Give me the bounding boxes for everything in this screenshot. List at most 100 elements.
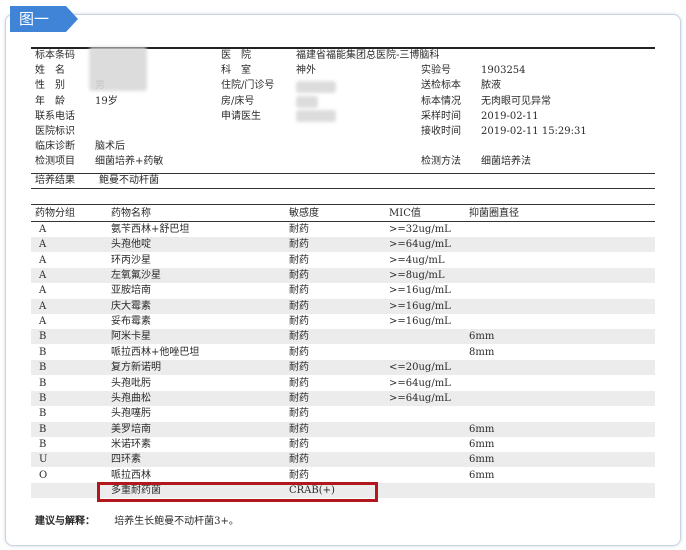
zone-diameter-cell: 6mm xyxy=(469,331,495,342)
col-header-group: 药物分组 xyxy=(35,208,75,219)
zone-diameter-cell: 6mm xyxy=(469,439,495,450)
info-label: 年 龄 xyxy=(35,96,65,107)
drug-group-cell: B xyxy=(39,424,47,435)
info-right-value: 无肉眼可见异常 xyxy=(481,96,551,107)
drug-group-cell: A xyxy=(39,285,47,296)
sensitivity-cell: 耐药 xyxy=(289,454,309,465)
info-right-label: 送检标本 xyxy=(421,80,461,91)
mic-value-cell: >=16ug/mL xyxy=(389,285,451,296)
info-mid-label: 申请医生 xyxy=(221,111,261,122)
info-right-label: 采样时间 xyxy=(421,111,461,122)
table-row: B 哌拉西林+他唑巴坦 耐药 8mm xyxy=(31,345,655,360)
mic-value-cell: <=20ug/mL xyxy=(389,362,451,373)
culture-result-label: 培养结果 xyxy=(35,175,75,186)
drug-group-cell: A xyxy=(39,224,47,235)
zone-diameter-cell: 8mm xyxy=(469,347,495,358)
drug-group-cell: A xyxy=(39,316,47,327)
footer-label: 建议与解释： xyxy=(35,516,95,527)
info-value: 19岁 xyxy=(95,96,118,107)
drug-group-cell: B xyxy=(39,347,47,358)
info-right-value: 脓液 xyxy=(481,80,501,91)
table-row: A 亚胺培南 耐药 >=16ug/mL xyxy=(31,283,655,298)
drug-group-cell: B xyxy=(39,393,47,404)
mic-value-cell: >=8ug/mL xyxy=(389,270,445,281)
sensitivity-cell: 耐药 xyxy=(289,424,309,435)
drug-group-cell: B xyxy=(39,331,47,342)
sensitivity-cell: 耐药 xyxy=(289,316,309,327)
drug-group-cell: B xyxy=(39,378,47,389)
redacted-barcode-name xyxy=(89,47,147,91)
drug-group-cell: B xyxy=(39,408,47,419)
table-row: A 庆大霉素 耐药 >=16ug/mL xyxy=(31,299,655,314)
zone-diameter-cell: 6mm xyxy=(469,454,495,465)
drug-name-cell: 复方新诺明 xyxy=(111,362,161,373)
table-row: A 头孢他啶 耐药 >=64ug/mL xyxy=(31,237,655,252)
sensitivity-cell: 耐药 xyxy=(289,224,309,235)
table-row: B 复方新诺明 耐药 <=20ug/mL xyxy=(31,360,655,375)
table-row: B 阿米卡星 耐药 6mm xyxy=(31,329,655,344)
col-header-drug: 药物名称 xyxy=(111,208,151,219)
drug-group-cell: U xyxy=(39,454,48,465)
drug-group-cell: A xyxy=(39,239,47,250)
sensitivity-cell: 耐药 xyxy=(289,362,309,373)
drug-name-cell: 亚胺培南 xyxy=(111,285,151,296)
info-right-value: 2019-02-11 15:29:31 xyxy=(481,126,587,137)
table-row: A 左氧氟沙星 耐药 >=8ug/mL xyxy=(31,268,655,283)
info-label: 姓 名 xyxy=(35,65,65,76)
drug-name-cell: 环丙沙星 xyxy=(111,255,151,266)
drug-name-cell: 头孢噻肟 xyxy=(111,408,151,419)
info-mid-value: 神外 xyxy=(296,65,316,76)
info-mid-label: 房/床号 xyxy=(221,96,255,107)
info-right-value: 1903254 xyxy=(481,65,526,76)
table-row: B 头孢曲松 耐药 >=64ug/mL xyxy=(31,391,655,406)
info-label: 临床诊断 xyxy=(35,141,75,152)
drug-name-cell: 庆大霉素 xyxy=(111,301,151,312)
sensitivity-cell: 耐药 xyxy=(289,331,309,342)
table-row: U 四环素 耐药 6mm xyxy=(31,452,655,467)
drug-name-cell: 左氧氟沙星 xyxy=(111,270,161,281)
table-header: 药物分组 药物名称 敏感度 MIC值 抑菌圈直径 xyxy=(31,206,655,221)
info-label: 性 别 xyxy=(35,80,65,91)
sensitivity-cell: 耐药 xyxy=(289,378,309,389)
info-label: 检测项目 xyxy=(35,156,75,167)
drug-name-cell: 头孢他啶 xyxy=(111,239,151,250)
drug-name-cell: 阿米卡星 xyxy=(111,331,151,342)
mic-value-cell: >=16ug/mL xyxy=(389,316,451,327)
info-mid-label: 科 室 xyxy=(221,65,251,76)
drug-group-cell: A xyxy=(39,270,47,281)
drug-name-cell: 哌拉西林 xyxy=(111,470,151,481)
info-right-value: 2019-02-11 xyxy=(481,111,539,122)
drug-name-cell: 妥布霉素 xyxy=(111,316,151,327)
footer-note: 建议与解释： 培养生长鲍曼不动杆菌3+。 xyxy=(35,514,239,529)
table-row: A 环丙沙星 耐药 >=4ug/mL xyxy=(31,253,655,268)
culture-result-value: 鲍曼不动杆菌 xyxy=(99,175,159,186)
col-header-mic: MIC值 xyxy=(389,208,421,219)
sensitivity-cell: 耐药 xyxy=(289,393,309,404)
table-row: A 氨苄西林+舒巴坦 耐药 >=32ug/mL xyxy=(31,222,655,237)
info-right-label: 检测方法 xyxy=(421,156,461,167)
drug-name-cell: 米诺环素 xyxy=(111,439,151,450)
mdr-highlight-box xyxy=(97,482,378,502)
col-header-sensitivity: 敏感度 xyxy=(289,208,319,219)
figure-tag: 图一 xyxy=(10,6,78,32)
info-mid-value: 福建省福能集团总医院-三博脑科 xyxy=(296,50,440,61)
info-right-label: 接收时间 xyxy=(421,126,461,137)
info-label: 标本条码 xyxy=(35,50,75,61)
info-value: 脑术后 xyxy=(95,141,125,152)
table-row: A 妥布霉素 耐药 >=16ug/mL xyxy=(31,314,655,329)
sensitivity-cell: 耐药 xyxy=(289,408,309,419)
table-row: B 头孢吡肟 耐药 >=64ug/mL xyxy=(31,376,655,391)
info-right-value: 细菌培养法 xyxy=(481,156,531,167)
sensitivity-cell: 耐药 xyxy=(289,347,309,358)
info-label: 医院标识 xyxy=(35,126,75,137)
sensitivity-cell: 耐药 xyxy=(289,439,309,450)
sensitivity-cell: 耐药 xyxy=(289,301,309,312)
mic-value-cell: >=64ug/mL xyxy=(389,378,451,389)
redacted-bed-no xyxy=(296,96,318,108)
drug-name-cell: 头孢曲松 xyxy=(111,393,151,404)
drug-group-cell: B xyxy=(39,362,47,373)
drug-group-cell: B xyxy=(39,439,47,450)
info-right-label: 实验号 xyxy=(421,65,451,76)
col-header-zone: 抑菌圈直径 xyxy=(469,208,519,219)
footer-text: 培养生长鲍曼不动杆菌3+。 xyxy=(114,516,239,527)
